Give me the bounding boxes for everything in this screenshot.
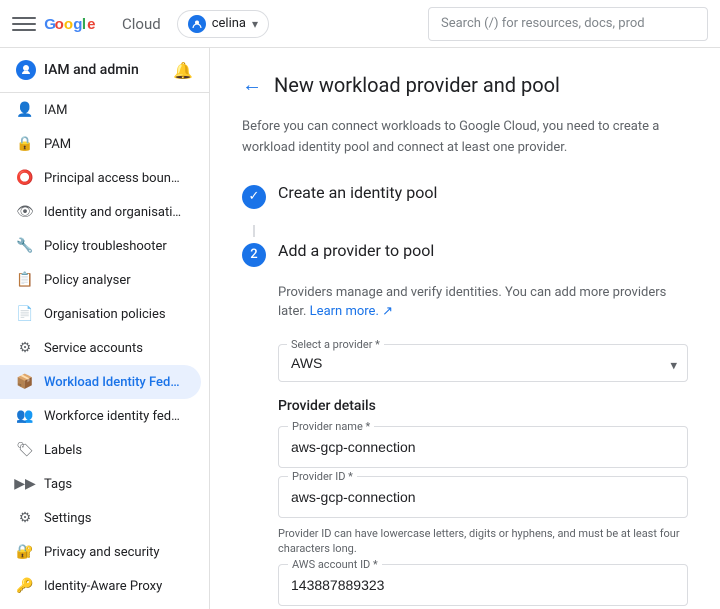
page-title: New workload provider and pool bbox=[274, 73, 560, 97]
sidebar-icon-workforce-identity: 👥 bbox=[16, 407, 34, 425]
sidebar-label-principal-access: Principal access boundary bbox=[44, 171, 185, 186]
provider-select-wrapper: Select a provider * AWS OpenID Connect (… bbox=[278, 338, 688, 382]
sidebar-item-privacy-security[interactable]: 🔐 Privacy and security bbox=[0, 535, 201, 569]
provider-select-label: Select a provider * bbox=[287, 338, 384, 351]
sidebar-label-pam: PAM bbox=[44, 137, 71, 152]
sidebar-item-labels[interactable]: 🏷 Labels bbox=[0, 433, 201, 467]
svg-text:l: l bbox=[82, 16, 86, 33]
sidebar-icon-identity-org: 👁 bbox=[16, 203, 34, 221]
sidebar: IAM and admin 🔔 👤 IAM 🔒 PAM ⭕ Principal acces… bbox=[0, 48, 210, 609]
provider-select-group: Select a provider * AWS OpenID Connect (… bbox=[278, 338, 688, 382]
step1-title: Create an identity pool bbox=[278, 183, 437, 202]
account-selector[interactable]: celina ▾ bbox=[177, 10, 269, 38]
step2-number-label: 2 bbox=[250, 247, 257, 262]
svg-text:g: g bbox=[73, 16, 82, 33]
provider-details-title: Provider details bbox=[278, 398, 688, 414]
step2-description: Providers manage and verify identities. … bbox=[278, 283, 688, 322]
iam-admin-icon bbox=[16, 60, 36, 80]
sidebar-label-workforce-identity: Workforce identity federat... bbox=[44, 409, 185, 424]
provider-id-label: Provider ID * bbox=[288, 470, 357, 483]
sidebar-label-privacy-security: Privacy and security bbox=[44, 545, 160, 560]
sidebar-label-policy-troubleshooter: Policy troubleshooter bbox=[44, 239, 167, 254]
content-header: ← New workload provider and pool bbox=[242, 72, 688, 97]
sidebar-icon-policy-troubleshooter: 🔧 bbox=[16, 237, 34, 255]
sidebar-item-tags[interactable]: ▶▶ Tags bbox=[0, 467, 201, 501]
search-placeholder: Search (/) for resources, docs, prod bbox=[441, 16, 645, 31]
sidebar-label-iam: IAM bbox=[44, 103, 67, 118]
sidebar-icon-privacy-security: 🔐 bbox=[16, 543, 34, 561]
step-divider bbox=[253, 225, 255, 237]
account-name: celina bbox=[212, 16, 246, 31]
sidebar-label-labels: Labels bbox=[44, 443, 82, 458]
step2-header: 2 Add a provider to pool bbox=[242, 241, 688, 267]
sidebar-label-identity-org: Identity and organisation bbox=[44, 205, 185, 220]
sidebar-icon-iam: 👤 bbox=[16, 101, 34, 119]
provider-name-field: Provider name * bbox=[278, 426, 688, 468]
sidebar-item-principal-access[interactable]: ⭕ Principal access boundary bbox=[0, 161, 201, 195]
sidebar-item-policy-troubleshooter[interactable]: 🔧 Policy troubleshooter bbox=[0, 229, 201, 263]
sidebar-item-org-policies[interactable]: 📄 Organisation policies bbox=[0, 297, 201, 331]
notification-bell-icon[interactable]: 🔔 bbox=[173, 61, 193, 80]
sidebar-label-service-accounts: Service accounts bbox=[44, 341, 143, 356]
provider-select[interactable]: AWS OpenID Connect (OIDC) SAML bbox=[279, 351, 687, 381]
sidebar-item-policy-analyser[interactable]: 📋 Policy analyser bbox=[0, 263, 201, 297]
sidebar-item-identity-org[interactable]: 👁 Identity and organisation bbox=[0, 195, 201, 229]
provider-id-hint: Provider ID can have lowercase letters, … bbox=[278, 526, 688, 557]
sidebar-item-service-accounts[interactable]: ⚙ Service accounts bbox=[0, 331, 201, 365]
aws-account-label: AWS account ID * bbox=[288, 558, 382, 571]
intro-text: Before you can connect workloads to Goog… bbox=[242, 117, 688, 159]
step2-number: 2 bbox=[242, 243, 266, 267]
sidebar-items: 👤 IAM 🔒 PAM ⭕ Principal access boundary 👁 Ident… bbox=[0, 93, 209, 609]
sidebar-label-tags: Tags bbox=[44, 477, 72, 492]
provider-name-label: Provider name * bbox=[288, 420, 374, 433]
sidebar-item-pam[interactable]: 🔒 PAM bbox=[0, 127, 201, 161]
sidebar-icon-service-accounts: ⚙ bbox=[16, 339, 34, 357]
step1-number: ✓ bbox=[242, 185, 266, 209]
sidebar-icon-settings: ⚙ bbox=[16, 509, 34, 527]
hamburger-menu[interactable] bbox=[12, 12, 36, 36]
sidebar-icon-policy-analyser: 📋 bbox=[16, 271, 34, 289]
sidebar-label-org-policies: Organisation policies bbox=[44, 307, 166, 322]
sidebar-item-iam[interactable]: 👤 IAM bbox=[0, 93, 201, 127]
sidebar-icon-org-policies: 📄 bbox=[16, 305, 34, 323]
main-layout: IAM and admin 🔔 👤 IAM 🔒 PAM ⭕ Principal acces… bbox=[0, 48, 720, 609]
sidebar-item-roles[interactable]: 🛡Roles bbox=[0, 603, 201, 609]
sidebar-item-identity-aware-proxy[interactable]: 🔑 Identity-Aware Proxy bbox=[0, 569, 201, 603]
sidebar-icon-identity-aware-proxy: 🔑 bbox=[16, 577, 34, 595]
sidebar-label-policy-analyser: Policy analyser bbox=[44, 273, 131, 288]
content-area: ← New workload provider and pool Before … bbox=[210, 48, 720, 609]
aws-account-field: AWS account ID * bbox=[278, 564, 688, 606]
sidebar-title: IAM and admin bbox=[44, 62, 139, 78]
google-cloud-logo: G o o g l e Cloud bbox=[44, 13, 161, 35]
step2-content: Providers manage and verify identities. … bbox=[278, 283, 688, 609]
sidebar-label-workload-identity: Workload Identity Federati... bbox=[44, 375, 185, 390]
sidebar-header: IAM and admin 🔔 bbox=[0, 48, 209, 93]
svg-text:o: o bbox=[64, 16, 73, 33]
back-button[interactable]: ← bbox=[242, 72, 262, 97]
svg-text:o: o bbox=[55, 16, 64, 33]
cloud-text: Cloud bbox=[122, 15, 161, 33]
sidebar-label-settings: Settings bbox=[44, 511, 91, 526]
learn-more-link[interactable]: Learn more. ↗ bbox=[310, 304, 393, 319]
sidebar-icon-labels: 🏷 bbox=[16, 441, 34, 459]
sidebar-item-settings[interactable]: ⚙ Settings bbox=[0, 501, 201, 535]
svg-text:e: e bbox=[87, 16, 95, 33]
account-dropdown-icon[interactable]: ▾ bbox=[252, 17, 258, 31]
sidebar-label-identity-aware-proxy: Identity-Aware Proxy bbox=[44, 579, 162, 594]
search-bar[interactable]: Search (/) for resources, docs, prod bbox=[428, 7, 708, 41]
provider-id-field: Provider ID * bbox=[278, 476, 688, 518]
sidebar-item-workforce-identity[interactable]: 👥 Workforce identity federat... bbox=[0, 399, 201, 433]
sidebar-icon-workload-identity: 📦 bbox=[16, 373, 34, 391]
step2-title: Add a provider to pool bbox=[278, 241, 434, 260]
sidebar-icon-tags: ▶▶ bbox=[16, 475, 34, 493]
sidebar-icon-pam: 🔒 bbox=[16, 135, 34, 153]
sidebar-icon-principal-access: ⭕ bbox=[16, 169, 34, 187]
step1-checkmark: ✓ bbox=[249, 189, 260, 204]
step1: ✓ Create an identity pool bbox=[242, 183, 688, 209]
account-avatar bbox=[188, 15, 206, 33]
sidebar-item-workload-identity[interactable]: 📦 Workload Identity Federati... bbox=[0, 365, 201, 399]
topbar: G o o g l e Cloud celina ▾ Search (/) fo… bbox=[0, 0, 720, 48]
